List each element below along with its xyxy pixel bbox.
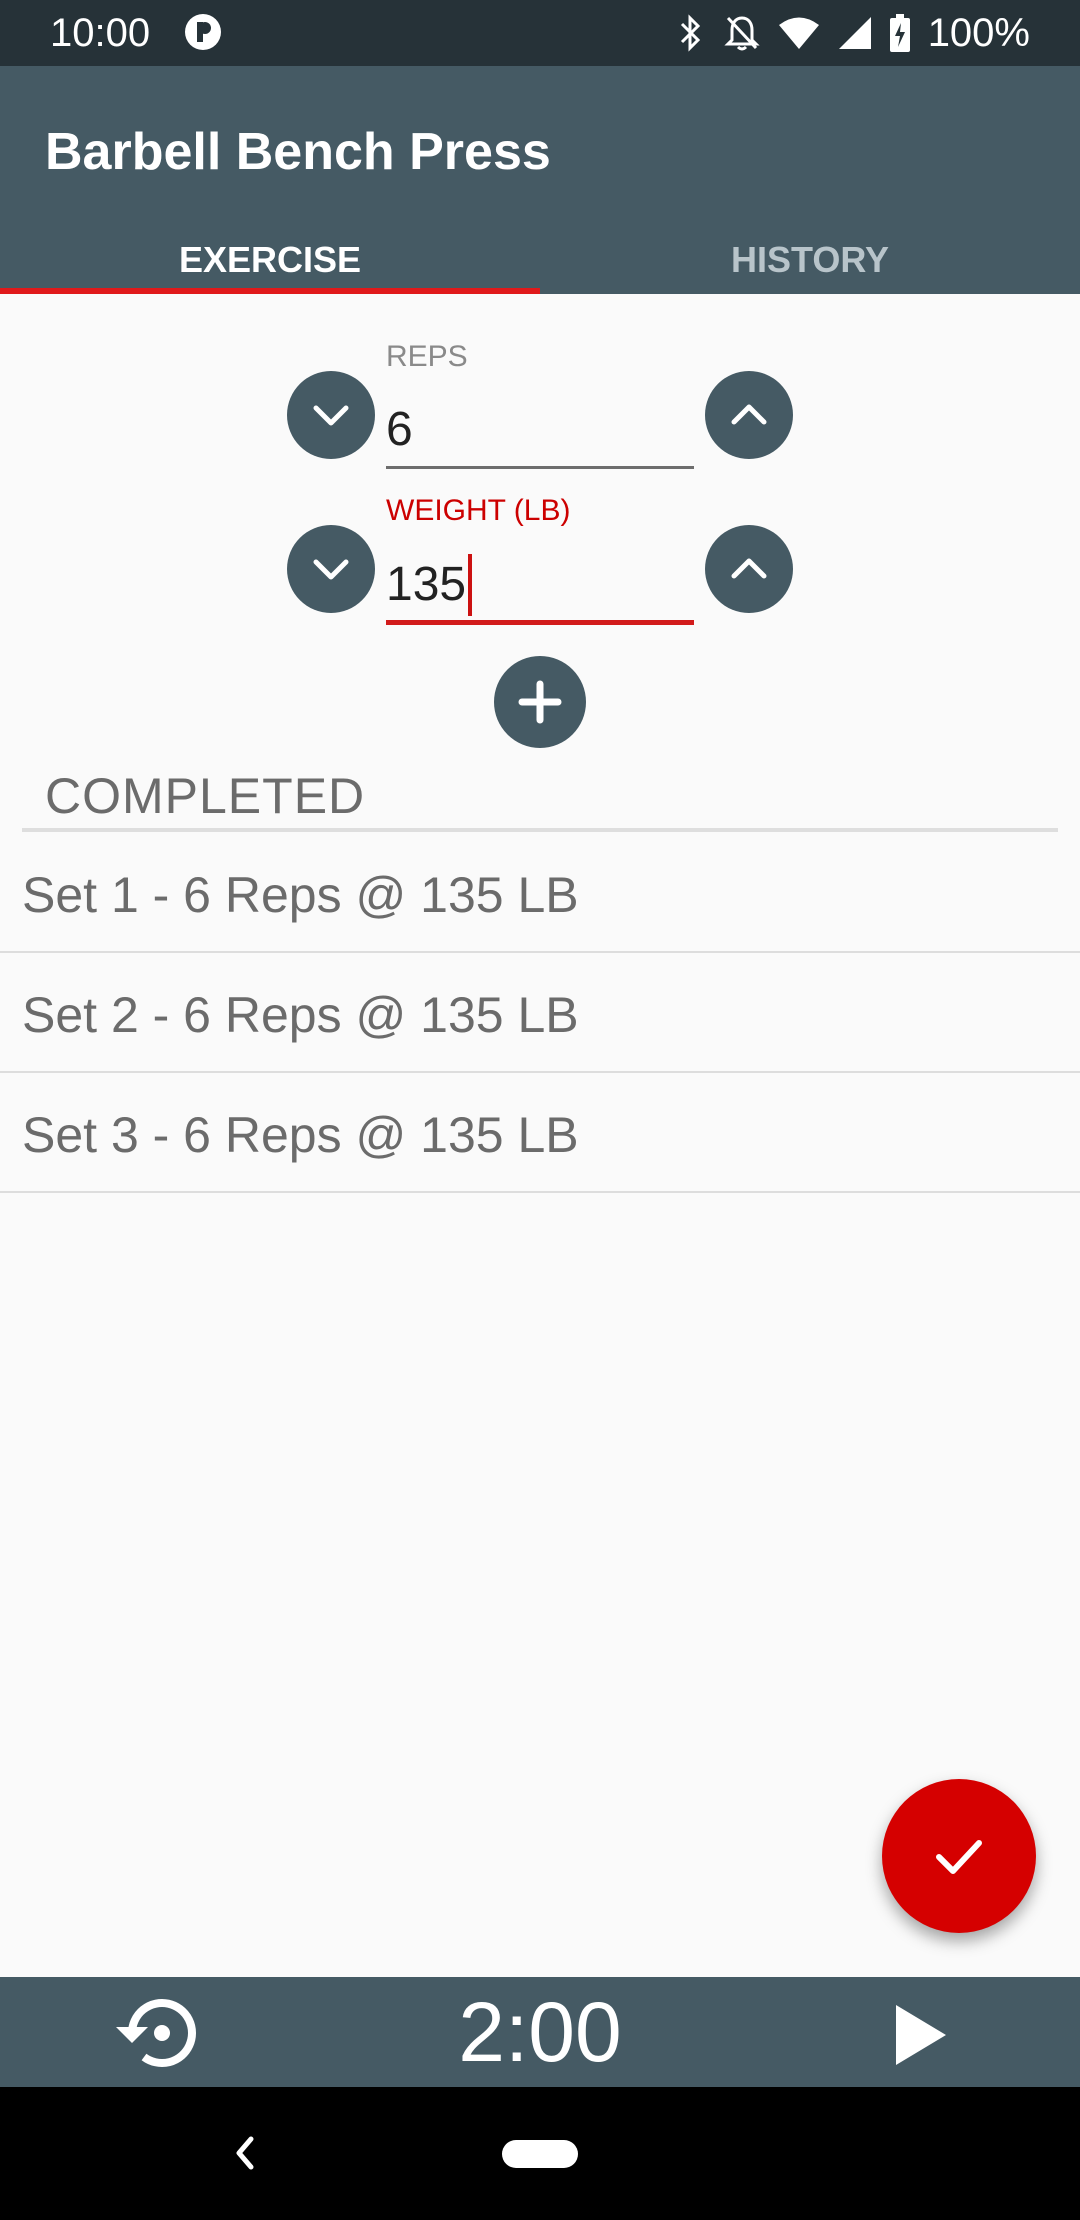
- list-item[interactable]: Set 3 - 6 Reps @ 135 LB: [0, 1073, 1080, 1193]
- weight-input-underline: [386, 620, 694, 625]
- set-text: Set 2 - 6 Reps @ 135 LB: [22, 987, 579, 1043]
- list-item[interactable]: Set 1 - 6 Reps @ 135 LB: [0, 833, 1080, 953]
- weight-decrement-button[interactable]: [287, 525, 375, 613]
- plus-icon: [518, 680, 562, 724]
- chevron-down-icon: [313, 559, 349, 580]
- system-nav-bar: [0, 2087, 1080, 2220]
- status-bar: 10:00 100%: [0, 0, 1080, 66]
- weight-input[interactable]: 135: [386, 554, 473, 616]
- reps-decrement-button[interactable]: [287, 371, 375, 459]
- reps-increment-button[interactable]: [705, 371, 793, 459]
- weight-increment-button[interactable]: [705, 525, 793, 613]
- restart-icon: [116, 1999, 196, 2067]
- tab-indicator: [0, 288, 540, 294]
- timer-reset-button[interactable]: [106, 1991, 206, 2075]
- timer-play-button[interactable]: [880, 1995, 960, 2075]
- set-text: Set 3 - 6 Reps @ 135 LB: [22, 1107, 579, 1163]
- set-text: Set 1 - 6 Reps @ 135 LB: [22, 867, 579, 923]
- weight-input-value: 135: [386, 558, 467, 611]
- play-icon: [896, 2005, 946, 2065]
- bluetooth-icon: [680, 14, 700, 52]
- app-notification-icon: [185, 14, 221, 50]
- back-chevron-icon: [236, 2136, 254, 2170]
- status-time: 10:00: [50, 11, 151, 55]
- rest-timer-bar: 2:00: [0, 1977, 1080, 2087]
- reps-input-underline: [386, 466, 694, 469]
- text-cursor: [468, 554, 473, 616]
- completed-header: COMPLETED: [45, 768, 366, 824]
- page-title: Barbell Bench Press: [45, 123, 551, 181]
- chevron-up-icon: [731, 558, 767, 579]
- chevron-up-icon: [731, 404, 767, 425]
- status-icons: 100%: [676, 8, 1030, 58]
- chevron-down-icon: [313, 405, 349, 426]
- reps-label: REPS: [386, 340, 468, 373]
- reps-input[interactable]: 6: [386, 400, 413, 460]
- tab-history[interactable]: HISTORY: [540, 232, 1080, 288]
- list-item[interactable]: Set 2 - 6 Reps @ 135 LB: [0, 953, 1080, 1073]
- battery-charging-icon: [889, 14, 910, 52]
- nav-back-button[interactable]: [222, 2131, 266, 2175]
- check-icon: [936, 1840, 982, 1874]
- battery-percentage: 100%: [927, 11, 1030, 55]
- nav-home-pill[interactable]: [502, 2140, 578, 2168]
- divider: [22, 828, 1058, 832]
- completed-set-list: Set 1 - 6 Reps @ 135 LB Set 2 - 6 Reps @…: [0, 833, 1080, 1193]
- app-bar: Barbell Bench Press EXERCISE HISTORY: [0, 66, 1080, 294]
- wifi-icon: [778, 17, 819, 49]
- add-set-button[interactable]: [494, 656, 586, 748]
- notifications-off-icon: [724, 16, 760, 51]
- weight-label: WEIGHT (LB): [386, 494, 571, 527]
- finish-exercise-button[interactable]: [882, 1779, 1036, 1933]
- tab-exercise[interactable]: EXERCISE: [0, 232, 540, 288]
- cell-signal-icon: [838, 17, 871, 49]
